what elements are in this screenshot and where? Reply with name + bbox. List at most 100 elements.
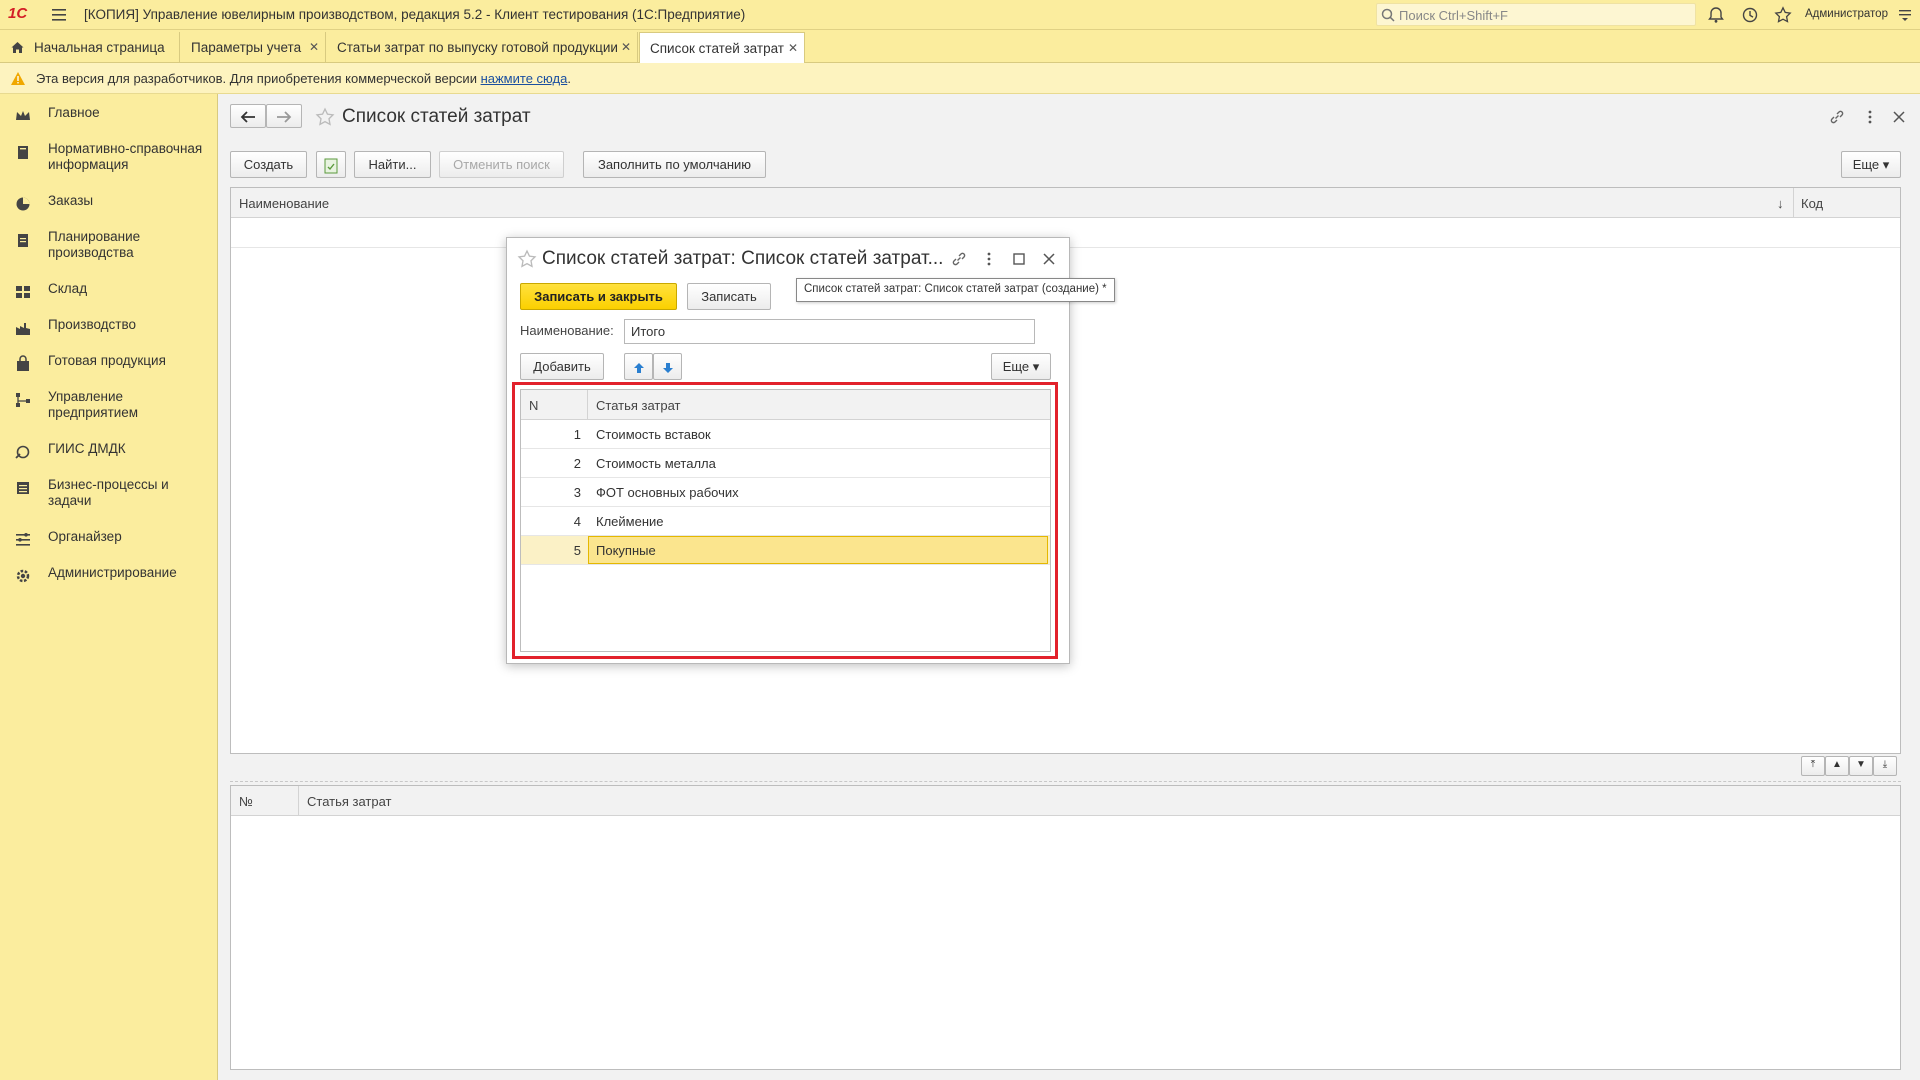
warehouse-icon xyxy=(16,286,30,298)
create-button[interactable]: Создать xyxy=(230,151,307,178)
sidebar-item-main[interactable]: Главное xyxy=(0,105,217,123)
fill-default-button[interactable]: Заполнить по умолчанию xyxy=(583,151,766,178)
app-logo[interactable]: 1С xyxy=(8,5,40,25)
scroll-first-button[interactable]: ⤒ xyxy=(1801,756,1825,776)
column-number[interactable]: № xyxy=(239,794,253,809)
column-name[interactable]: Наименование xyxy=(239,196,329,211)
buy-link[interactable]: нажмите сюда xyxy=(481,71,568,86)
detail-grid[interactable]: № Статья затрат xyxy=(230,785,1901,1070)
factory-icon xyxy=(16,323,30,335)
arrow-up-icon xyxy=(633,362,644,373)
pie-icon xyxy=(16,197,30,211)
sidebar-item-warehouse[interactable]: Склад xyxy=(0,281,217,299)
highlight-frame xyxy=(512,382,1058,659)
name-label: Наименование: xyxy=(520,323,614,338)
global-search-input[interactable]: Поиск Ctrl+Shift+F xyxy=(1376,3,1696,26)
developer-warning-bar: Эта версия для разработчиков. Для приобр… xyxy=(0,63,1920,94)
sidebar-item-giis[interactable]: ГИИС ДМДК xyxy=(0,441,217,459)
sidebar-item-production[interactable]: Производство xyxy=(0,317,217,335)
sidebar-item-organizer[interactable]: Органайзер xyxy=(0,529,217,547)
table-more-button[interactable]: Еще ▾ xyxy=(991,353,1051,380)
star-icon[interactable] xyxy=(1774,6,1792,24)
grid-header: № Статья затрат xyxy=(231,786,1900,816)
scroll-up-button[interactable]: ▲ xyxy=(1825,756,1849,776)
tab-home[interactable]: Начальная страница xyxy=(0,32,180,63)
cancel-search-button[interactable]: Отменить поиск xyxy=(439,151,564,178)
maximize-icon[interactable] xyxy=(1011,251,1027,267)
sidebar-item-label: Администрирование xyxy=(48,565,177,580)
sidebar-item-finished-goods[interactable]: Готовая продукция xyxy=(0,353,217,371)
sidebar-item-enterprise[interactable]: Управление предприятием xyxy=(0,389,217,423)
scroll-down-button[interactable]: ▼ xyxy=(1849,756,1873,776)
bag-icon xyxy=(17,355,29,371)
close-icon[interactable]: ✕ xyxy=(309,40,319,54)
sidebar-item-label: Главное xyxy=(48,105,100,120)
sidebar-item-admin[interactable]: Администрирование xyxy=(0,565,217,583)
sidebar-item-label: ГИИС ДМДК xyxy=(48,441,126,456)
sidebar-item-label: Заказы xyxy=(48,193,94,208)
crown-icon xyxy=(16,111,30,120)
scroll-last-button[interactable]: ⤓ xyxy=(1873,756,1897,776)
favorite-star-icon[interactable] xyxy=(315,107,335,127)
column-divider xyxy=(298,786,299,816)
window-title: [КОПИЯ] Управление ювелирным производств… xyxy=(84,7,746,22)
sort-desc-icon[interactable]: ↓ xyxy=(1777,196,1784,211)
dialog-title: Список статей затрат: Список статей затр… xyxy=(542,248,944,269)
close-icon[interactable]: ✕ xyxy=(621,40,631,54)
sidebar-item-reference[interactable]: Нормативно-справочная информация xyxy=(0,141,217,175)
book-icon xyxy=(18,146,28,159)
history-icon[interactable] xyxy=(1741,6,1759,24)
close-icon[interactable] xyxy=(1041,251,1057,267)
sidebar-item-label: Бизнес-процессы и задачи xyxy=(48,477,169,508)
arrow-left-icon xyxy=(240,110,255,123)
home-icon xyxy=(11,42,24,53)
tasks-icon xyxy=(17,482,29,494)
column-cost-item[interactable]: Статья затрат xyxy=(307,794,392,809)
settings-menu-icon[interactable] xyxy=(1896,6,1914,24)
move-up-button[interactable] xyxy=(624,353,653,380)
panel-splitter[interactable] xyxy=(230,781,1901,782)
copy-button[interactable] xyxy=(316,151,346,178)
save-and-close-button[interactable]: Записать и закрыть xyxy=(520,283,677,310)
tab-label: Список статей затрат xyxy=(650,41,784,56)
close-icon[interactable]: ✕ xyxy=(788,41,798,55)
favorite-star-icon[interactable] xyxy=(517,249,537,269)
bell-icon[interactable] xyxy=(1707,6,1725,24)
search-placeholder: Поиск Ctrl+Shift+F xyxy=(1399,8,1508,23)
hamburger-menu-icon[interactable] xyxy=(50,6,68,24)
tab-bar: Начальная страница Параметры учета ✕ Ста… xyxy=(0,30,1920,64)
sidebar-item-label: Нормативно-справочная информация xyxy=(48,141,203,172)
clipboard-icon xyxy=(18,234,28,247)
sidebar-item-label: Склад xyxy=(48,281,88,296)
more-label: Еще xyxy=(1852,157,1880,172)
sidebar-item-label: Планирование производства xyxy=(48,229,141,260)
forward-button[interactable] xyxy=(266,104,302,128)
sidebar-item-business-processes[interactable]: Бизнес-процессы и задачи xyxy=(0,477,217,511)
back-button[interactable] xyxy=(230,104,266,128)
link-icon[interactable] xyxy=(1829,109,1845,125)
column-divider xyxy=(1793,188,1794,218)
more-button[interactable]: Еще ▾ xyxy=(1841,151,1901,178)
more-vertical-icon[interactable] xyxy=(981,251,997,267)
user-name[interactable]: Администратор xyxy=(1805,8,1888,20)
tab-accounting-params[interactable]: Параметры учета ✕ xyxy=(181,32,326,63)
sidebar-item-orders[interactable]: Заказы xyxy=(0,193,217,211)
add-row-button[interactable]: Добавить xyxy=(520,353,604,380)
link-icon[interactable] xyxy=(951,251,967,267)
gear-icon xyxy=(16,569,30,583)
move-down-button[interactable] xyxy=(653,353,682,380)
close-icon[interactable] xyxy=(1891,109,1907,125)
more-vertical-icon[interactable] xyxy=(1862,109,1878,125)
tab-cost-items-output[interactable]: Статьи затрат по выпуску готовой продукц… xyxy=(327,32,638,63)
column-code[interactable]: Код xyxy=(1801,196,1823,211)
tab-cost-items-list[interactable]: Список статей затрат ✕ xyxy=(639,32,805,64)
warning-text: Эта версия для разработчиков. Для приобр… xyxy=(36,71,571,86)
find-button[interactable]: Найти... xyxy=(354,151,431,178)
save-button[interactable]: Записать xyxy=(687,283,771,310)
sidebar-item-planning[interactable]: Планирование производства xyxy=(0,229,217,263)
arrow-right-icon xyxy=(277,110,292,123)
name-input[interactable]: Итого xyxy=(624,319,1035,344)
sidebar-item-label: Органайзер xyxy=(48,529,122,544)
tab-label: Статьи затрат по выпуску готовой продукц… xyxy=(337,40,618,55)
arrow-down-icon xyxy=(662,362,673,373)
